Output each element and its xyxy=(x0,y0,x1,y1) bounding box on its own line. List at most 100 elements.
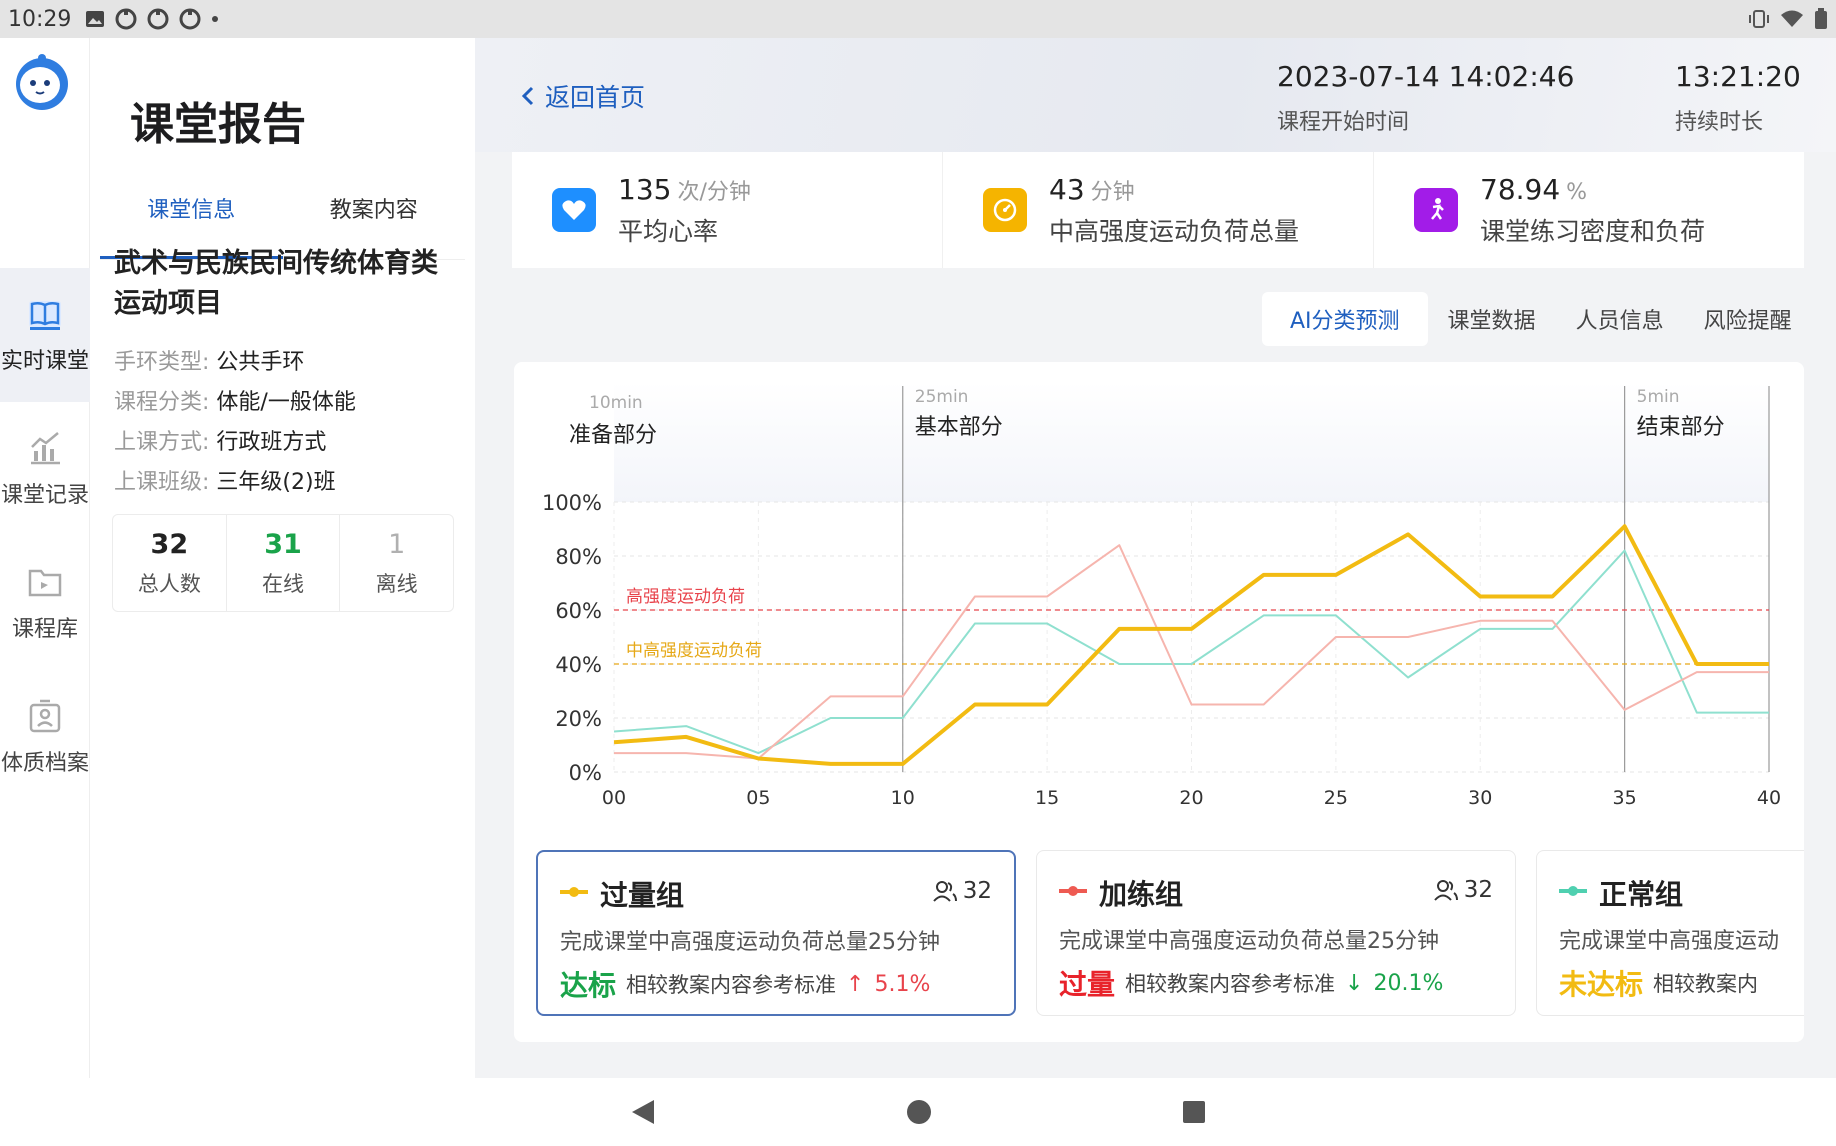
stat-label: 课堂练习密度和负荷 xyxy=(1480,216,1706,246)
tab-class-data[interactable]: 课堂数据 xyxy=(1428,292,1556,346)
start-time-label: 课程开始时间 xyxy=(1277,110,1410,135)
group-result: 达标 相较教案内容参考标准 ↑ 5.1% xyxy=(560,964,930,1004)
status-bar: 10:29 xyxy=(0,0,1836,38)
phase-duration: 10min xyxy=(589,393,643,413)
stat-heart-rate: 135 次/分钟 平均心率 xyxy=(512,152,943,268)
stat-unit: 分钟 xyxy=(1090,179,1135,205)
group-result: 未达标 相较教案内 xyxy=(1559,963,1758,1003)
group-status: 过量 xyxy=(1059,968,1116,1001)
group-count: 32 xyxy=(1433,877,1493,903)
tab-risk-alerts[interactable]: 风险提醒 xyxy=(1684,292,1812,346)
start-time: 2023-07-14 14:02:46 xyxy=(1277,60,1575,93)
group-count: 32 xyxy=(932,878,992,904)
count-label: 总人数 xyxy=(137,571,201,596)
rail-item-class-records[interactable]: 课堂记录 xyxy=(0,402,90,536)
info-row-course-category: 课程分类: 体能/一般体能 xyxy=(114,384,356,416)
info-value: 三年级(2)班 xyxy=(216,470,336,495)
rail-item-live-class[interactable]: 实时课堂 xyxy=(0,268,90,402)
back-home-button[interactable]: 返回首页 xyxy=(521,78,645,114)
report-header: 返回首页 2023-07-14 14:02:46 课程开始时间 13:21:20… xyxy=(475,38,1836,152)
rail-label: 课程库 xyxy=(11,617,78,642)
class-info-panel: 课堂报告 课堂信息 教案内容 武术与民族民间传统体育类运动项目 手环类型: 公共… xyxy=(90,38,475,1078)
stat-value: 135 xyxy=(618,172,672,206)
analysis-tabs: AI分类预测 课堂数据 人员信息 风险提醒 xyxy=(1262,292,1812,346)
group-count-value: 32 xyxy=(1463,877,1493,903)
info-value: 行政班方式 xyxy=(216,430,327,455)
info-row-class-mode: 上课方式: 行政班方式 xyxy=(114,424,326,456)
info-key: 上课方式: xyxy=(114,430,210,455)
legend-dot xyxy=(1068,886,1078,896)
app-logo xyxy=(16,54,68,110)
attendance-counts: 32 总人数 31 在线 1 离线 xyxy=(112,514,454,612)
y-tick-label: 60% xyxy=(555,599,602,623)
people-icon xyxy=(932,881,957,902)
x-tick-label: 00 xyxy=(602,787,626,809)
stat-value: 78.94 xyxy=(1480,172,1561,206)
info-key: 课程分类: xyxy=(114,390,210,415)
y-tick-label: 40% xyxy=(555,653,602,677)
info-value: 公共手环 xyxy=(216,350,305,375)
dot-icon xyxy=(212,16,219,22)
phase-name: 结束部分 xyxy=(1637,415,1725,440)
x-tick-label: 10 xyxy=(891,787,915,809)
phase-name: 准备部分 xyxy=(569,423,657,448)
arrow-down-icon: ↓ xyxy=(1345,970,1364,996)
rail-item-course-library[interactable]: 课程库 xyxy=(0,536,90,670)
bar-chart-icon xyxy=(31,432,60,465)
y-tick-label: 20% xyxy=(555,707,602,731)
info-key: 上课班级: xyxy=(114,470,210,495)
legend-dot xyxy=(1568,886,1578,896)
back-label: 返回首页 xyxy=(545,83,646,112)
legend-dot xyxy=(569,887,579,897)
page-title: 课堂报告 xyxy=(130,99,306,150)
group-ref: 相较教案内 xyxy=(1653,972,1759,996)
sync-icon xyxy=(147,8,169,30)
sync-icon xyxy=(115,8,137,30)
count-label: 离线 xyxy=(375,571,418,596)
arrow-up-icon: ↑ xyxy=(846,971,865,997)
load-chart: 0% 20% 40% 60% 80% 100% 00 05 10 15 20 25 30 35 40 10mi… xyxy=(542,382,1781,809)
info-row-class-group: 上课班级: 三年级(2)班 xyxy=(114,464,336,496)
phase-name: 基本部分 xyxy=(915,415,1003,440)
count-offline: 1 离线 xyxy=(340,515,453,611)
duration: 13:21:20 xyxy=(1675,60,1801,93)
group-status: 达标 xyxy=(560,969,617,1002)
stat-exercise-density: 78.94% 课堂练习密度和负荷 xyxy=(1374,152,1804,268)
group-name: 过量组 xyxy=(600,879,685,912)
count-value: 31 xyxy=(264,528,302,560)
group-status: 未达标 xyxy=(1559,968,1644,1001)
course-title: 武术与民族民间传统体育类运动项目 xyxy=(114,248,438,319)
series-line-normal xyxy=(613,549,1769,755)
x-tick-label: 30 xyxy=(1468,787,1492,809)
stat-unit: % xyxy=(1566,179,1588,205)
stat-label: 中高强度运动负荷总量 xyxy=(1049,216,1300,246)
rail-item-fitness-profile[interactable]: 体质档案 xyxy=(0,670,90,804)
group-card-over[interactable]: 过量组 32 完成课堂中高强度运动负荷总量25分钟 达标 相较教案内容参考标准 … xyxy=(536,850,1016,1016)
group-card-extra[interactable]: 加练组 32 完成课堂中高强度运动负荷总量25分钟 过量 相较教案内容参考标准 … xyxy=(1036,850,1516,1016)
group-ref: 相较教案内容参考标准 xyxy=(1125,972,1336,996)
phase-duration: 5min xyxy=(1637,387,1680,407)
stat-mvpa-load: 43 分钟 中高强度运动负荷总量 xyxy=(943,152,1374,268)
rail-label: 实时课堂 xyxy=(0,349,89,374)
count-value: 32 xyxy=(150,528,189,560)
group-desc: 完成课堂中高强度运动负荷总量25分钟 xyxy=(560,930,940,955)
count-label: 在线 xyxy=(262,571,304,596)
x-tick-label: 25 xyxy=(1324,787,1348,809)
count-online: 31 在线 xyxy=(227,515,341,611)
summary-stats: 135 次/分钟 平均心率 43 分钟 中高强度运动负荷总量 78.94% 课堂练习… xyxy=(512,152,1804,268)
wifi-icon xyxy=(1781,10,1803,27)
back-nav-icon[interactable] xyxy=(630,1098,656,1126)
group-card-normal[interactable]: 正常组 完成课堂中高强度运动 未达标 相较教案内 xyxy=(1536,850,1804,1016)
group-desc: 完成课堂中高强度运动 xyxy=(1559,929,1780,954)
y-tick-label: 0% xyxy=(569,761,602,785)
info-value: 体能/一般体能 xyxy=(216,390,356,415)
chart-card: 0% 20% 40% 60% 80% 100% 00 05 10 15 20 25 30 35 40 10mi… xyxy=(514,362,1804,1042)
tab-ai-prediction[interactable]: AI分类预测 xyxy=(1262,292,1428,346)
rail-label: 课堂记录 xyxy=(0,483,89,508)
x-tick-label: 05 xyxy=(746,787,770,809)
group-result: 过量 相较教案内容参考标准 ↓ 20.1% xyxy=(1059,963,1443,1003)
sync-icon xyxy=(179,8,201,30)
tab-personnel[interactable]: 人员信息 xyxy=(1556,292,1684,346)
home-nav-icon[interactable] xyxy=(906,1099,932,1125)
recents-nav-icon[interactable] xyxy=(1182,1100,1206,1124)
